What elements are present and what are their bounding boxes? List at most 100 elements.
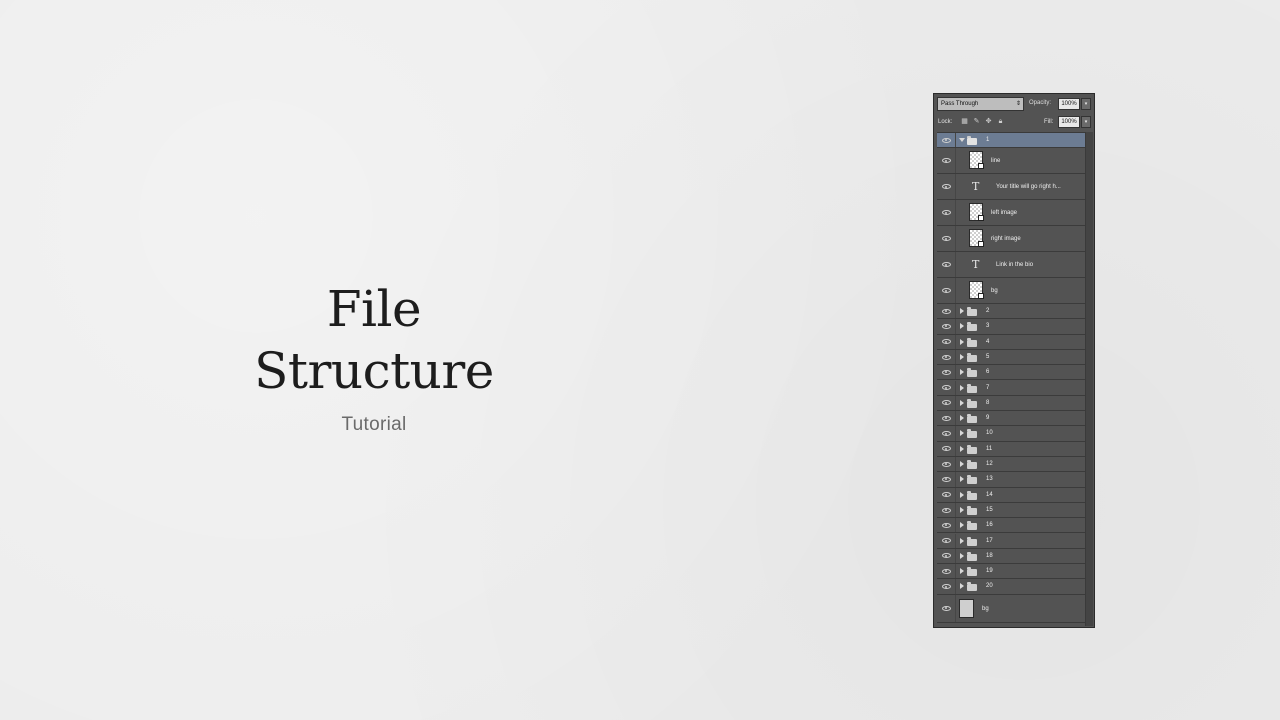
expand-triangle-icon[interactable] bbox=[960, 308, 964, 314]
layer-group-16[interactable]: 16 bbox=[937, 518, 1085, 534]
visibility-eye-icon[interactable] bbox=[939, 278, 953, 303]
fill-input[interactable]: 100% bbox=[1058, 116, 1080, 128]
layers-scrollbar[interactable] bbox=[1085, 132, 1093, 626]
folder-icon bbox=[967, 444, 977, 454]
lock-image-pixels-icon[interactable]: ✎ bbox=[972, 117, 981, 126]
layer-group-18[interactable]: 18 bbox=[937, 548, 1085, 565]
layer-name: 10 bbox=[986, 430, 993, 437]
layer-group-17[interactable]: 17 bbox=[937, 533, 1085, 549]
folder-icon bbox=[967, 551, 977, 561]
fill-dropdown-button[interactable]: ▾ bbox=[1081, 116, 1091, 128]
visibility-eye-icon[interactable] bbox=[939, 226, 953, 251]
expand-triangle-icon[interactable] bbox=[960, 384, 964, 391]
layer-bg-smart[interactable]: bg bbox=[937, 278, 1085, 304]
text-layer-icon: T bbox=[972, 258, 980, 271]
opacity-input[interactable]: 100% bbox=[1058, 98, 1080, 110]
expand-triangle-icon[interactable] bbox=[960, 583, 964, 590]
folder-icon bbox=[967, 505, 977, 515]
layer-group-19[interactable]: 19 bbox=[937, 564, 1085, 580]
expand-triangle-icon[interactable] bbox=[960, 415, 964, 422]
folder-icon bbox=[967, 536, 977, 546]
layer-group-14[interactable]: 14 bbox=[937, 487, 1085, 503]
visibility-eye-icon[interactable] bbox=[939, 319, 953, 333]
visibility-eye-icon[interactable] bbox=[939, 133, 953, 147]
visibility-eye-icon[interactable] bbox=[939, 426, 953, 440]
layer-group-6[interactable]: 6 bbox=[937, 365, 1085, 381]
layer-group-2[interactable]: 2 bbox=[937, 304, 1085, 320]
layer-name: 14 bbox=[986, 491, 993, 498]
visibility-eye-icon[interactable] bbox=[939, 457, 953, 471]
layer-group-10[interactable]: 10 bbox=[937, 426, 1085, 442]
expand-triangle-icon[interactable] bbox=[960, 323, 964, 330]
visibility-eye-icon[interactable] bbox=[939, 148, 953, 173]
smart-object-icon bbox=[978, 293, 984, 299]
layer-group-4[interactable]: 4 bbox=[937, 334, 1085, 350]
visibility-eye-icon[interactable] bbox=[939, 518, 953, 532]
expand-triangle-icon[interactable] bbox=[960, 338, 964, 345]
fill-label: Fill: bbox=[1044, 119, 1054, 125]
visibility-eye-icon[interactable] bbox=[939, 534, 953, 548]
expand-triangle-icon[interactable] bbox=[960, 353, 964, 360]
visibility-eye-icon[interactable] bbox=[939, 252, 953, 277]
visibility-eye-icon[interactable] bbox=[939, 396, 953, 410]
layer-name: 6 bbox=[986, 369, 990, 376]
lock-position-icon[interactable]: ✥ bbox=[984, 117, 993, 126]
expand-triangle-icon[interactable] bbox=[960, 476, 964, 483]
layer-right-image[interactable]: right image bbox=[937, 226, 1085, 252]
layer-name: 15 bbox=[986, 506, 993, 513]
lock-all-icon[interactable]: 🔒︎ bbox=[996, 117, 1005, 126]
expand-triangle-icon[interactable] bbox=[960, 369, 964, 376]
visibility-eye-icon[interactable] bbox=[939, 564, 953, 578]
layer-group-9[interactable]: 9 bbox=[937, 411, 1085, 427]
expand-triangle-icon[interactable] bbox=[960, 522, 964, 529]
visibility-eye-icon[interactable] bbox=[939, 549, 953, 563]
visibility-eye-icon[interactable] bbox=[939, 350, 953, 364]
expand-triangle-icon[interactable] bbox=[960, 537, 964, 544]
visibility-eye-icon[interactable] bbox=[939, 200, 953, 225]
visibility-eye-icon[interactable] bbox=[939, 411, 953, 425]
folder-icon bbox=[967, 322, 977, 332]
layer-left-image[interactable]: left image bbox=[937, 200, 1085, 226]
visibility-eye-icon[interactable] bbox=[939, 304, 953, 318]
visibility-eye-icon[interactable] bbox=[939, 442, 953, 456]
layer-link-text[interactable]: T Link in the bio bbox=[937, 252, 1085, 278]
lock-transparent-pixels-icon[interactable]: ▦ bbox=[960, 117, 969, 126]
expand-triangle-icon[interactable] bbox=[960, 568, 964, 575]
layer-group-1[interactable]: 1 bbox=[937, 133, 1085, 148]
layer-group-20[interactable]: 20 bbox=[937, 579, 1085, 595]
folder-icon bbox=[967, 521, 977, 531]
layer-group-12[interactable]: 12 bbox=[937, 457, 1085, 473]
expand-triangle-icon[interactable] bbox=[960, 445, 964, 452]
expand-triangle-icon[interactable] bbox=[960, 399, 964, 406]
visibility-eye-icon[interactable] bbox=[939, 579, 953, 593]
layer-line[interactable]: line bbox=[937, 148, 1085, 174]
blend-mode-select[interactable]: Pass Through ⇕ bbox=[937, 97, 1024, 111]
layer-group-11[interactable]: 11 bbox=[937, 441, 1085, 457]
expand-triangle-icon[interactable] bbox=[960, 491, 964, 498]
collapse-triangle-icon[interactable] bbox=[959, 138, 965, 142]
expand-triangle-icon[interactable] bbox=[960, 430, 964, 437]
layer-group-15[interactable]: 15 bbox=[937, 502, 1085, 519]
folder-icon bbox=[967, 490, 977, 500]
visibility-eye-icon[interactable] bbox=[939, 381, 953, 395]
layer-group-8[interactable]: 8 bbox=[937, 395, 1085, 412]
layer-title-text[interactable]: T Your title will go right h... bbox=[937, 174, 1085, 200]
layer-group-3[interactable]: 3 bbox=[937, 319, 1085, 335]
layer-group-13[interactable]: 13 bbox=[937, 472, 1085, 488]
expand-triangle-icon[interactable] bbox=[960, 506, 964, 513]
expand-triangle-icon[interactable] bbox=[960, 552, 964, 559]
opacity-label: Opacity: bbox=[1029, 100, 1052, 106]
expand-triangle-icon[interactable] bbox=[960, 461, 964, 467]
layer-group-7[interactable]: 7 bbox=[937, 380, 1085, 396]
visibility-eye-icon[interactable] bbox=[939, 365, 953, 379]
layer-group-5[interactable]: 5 bbox=[937, 349, 1085, 366]
visibility-eye-icon[interactable] bbox=[939, 503, 953, 517]
visibility-eye-icon[interactable] bbox=[939, 335, 953, 349]
layer-background[interactable]: bg bbox=[937, 594, 1085, 623]
visibility-eye-icon[interactable] bbox=[939, 488, 953, 502]
opacity-dropdown-button[interactable]: ▾ bbox=[1081, 98, 1091, 110]
visibility-eye-icon[interactable] bbox=[939, 472, 953, 486]
layer-name: 12 bbox=[986, 461, 993, 467]
visibility-eye-icon[interactable] bbox=[939, 174, 953, 199]
visibility-eye-icon[interactable] bbox=[939, 595, 953, 622]
